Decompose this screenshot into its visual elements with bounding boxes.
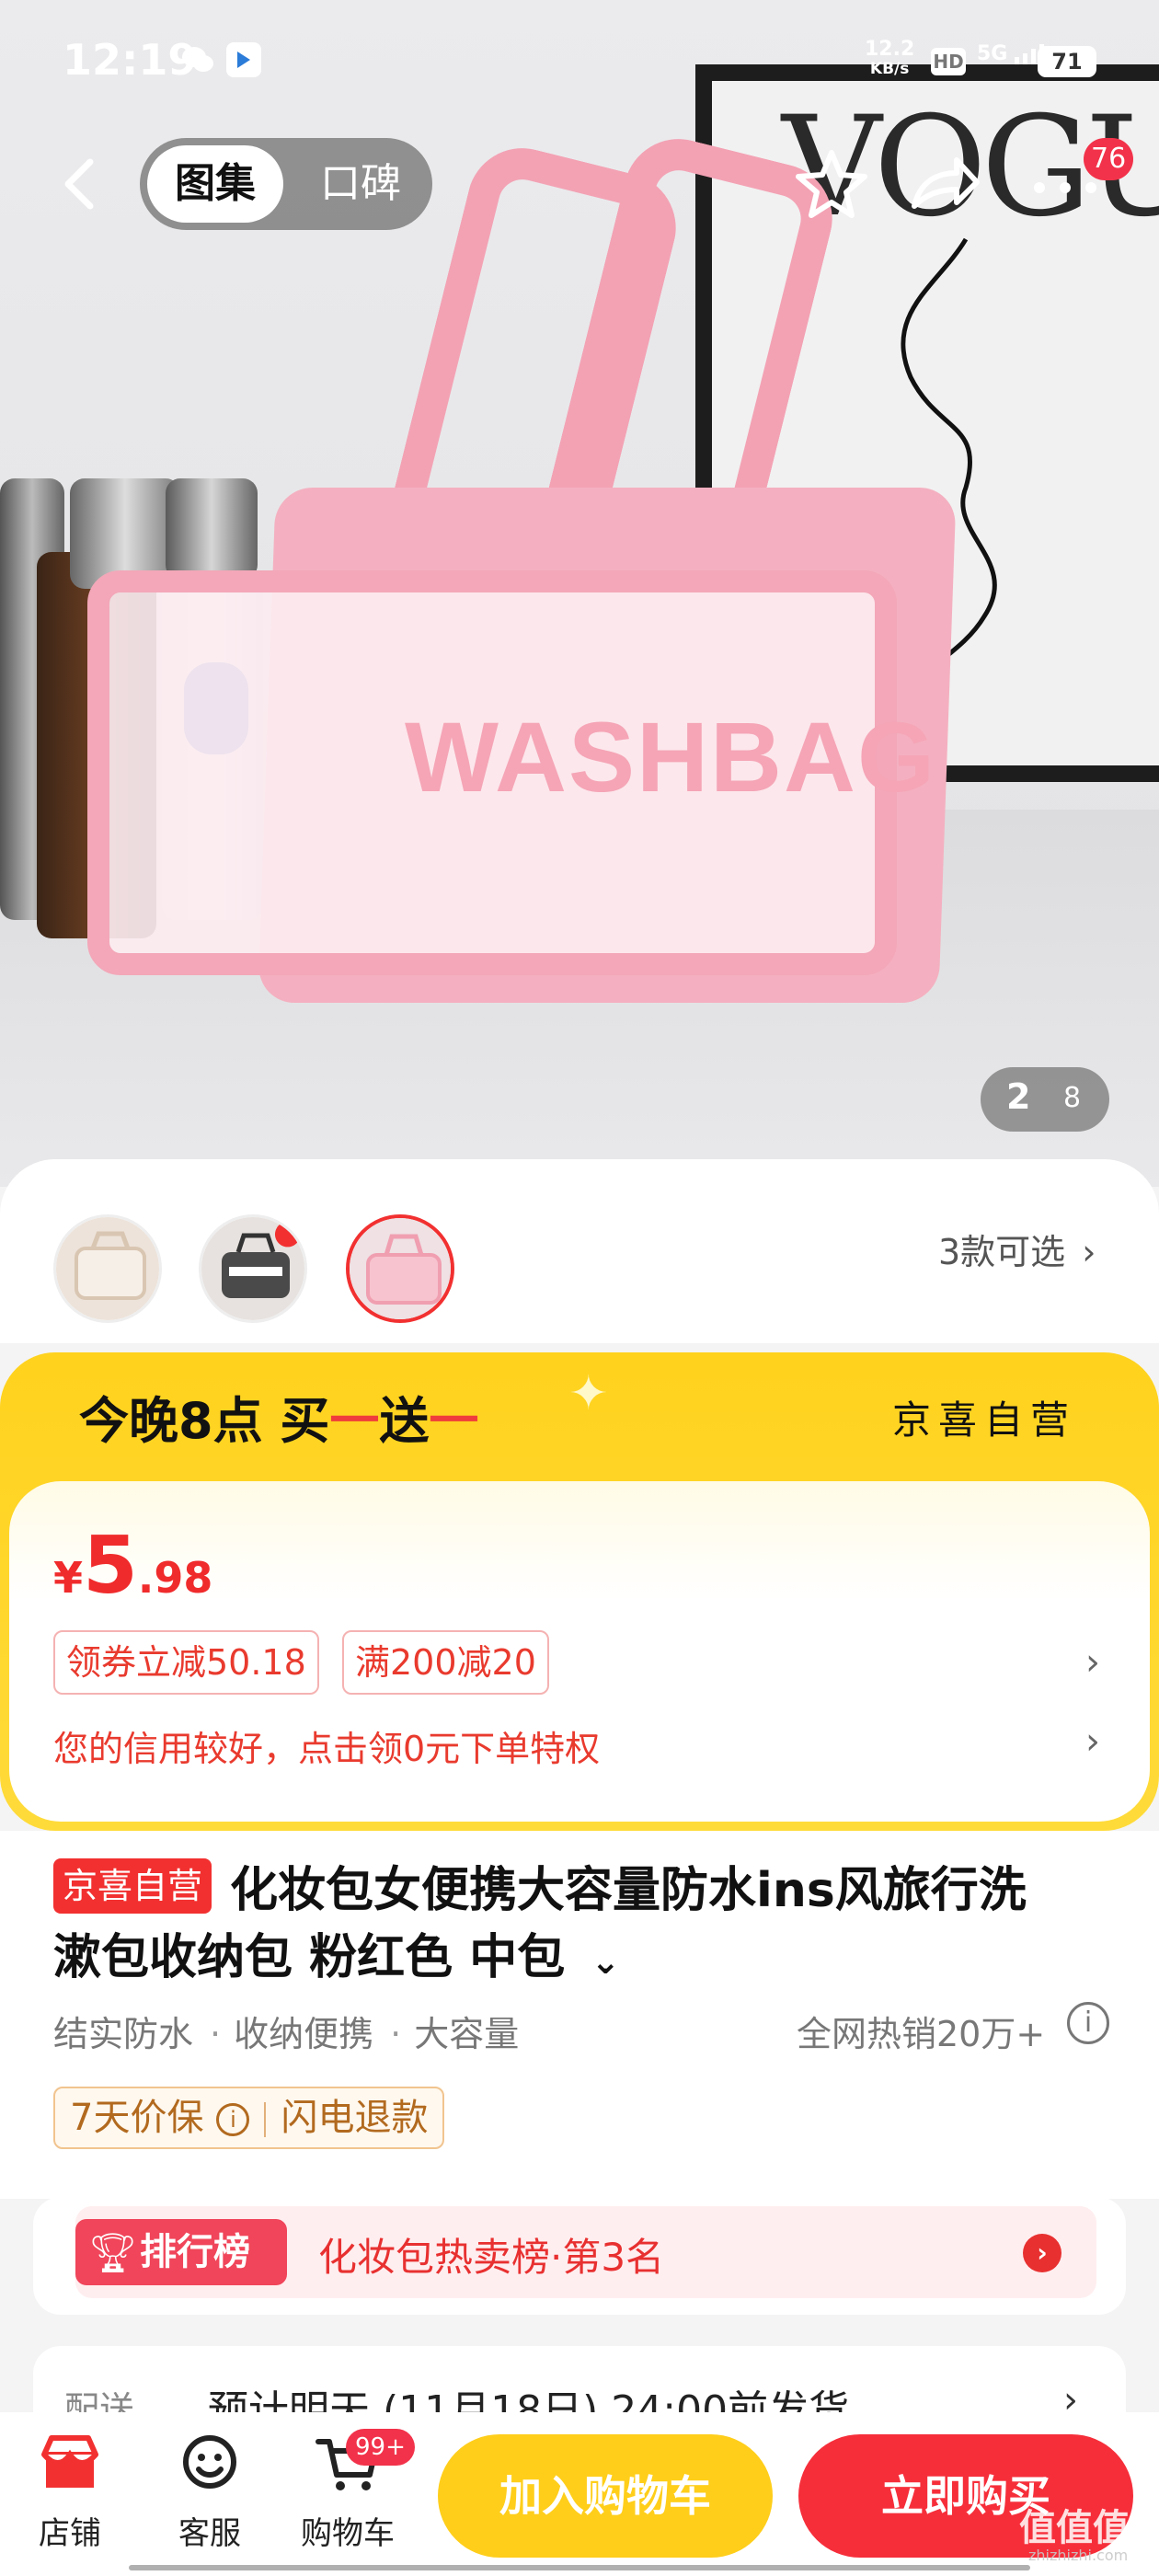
product-title-text: 漱包收纳包 粉红色 中包	[53, 1930, 566, 1985]
info-icon: i	[216, 2103, 250, 2136]
home-indicator[interactable]	[129, 2565, 1030, 2570]
sparkle-icon: ✦	[568, 1366, 609, 1421]
signal-label: 5G	[977, 42, 1008, 65]
price-decimal: .98	[137, 1553, 213, 1603]
trophy-icon: 🏆︎	[88, 2230, 138, 2275]
store-button[interactable]: 店铺	[15, 2429, 125, 2553]
cart-label: 购物车	[301, 2515, 395, 2552]
share-button[interactable]	[905, 145, 982, 223]
image-counter: 2 8	[981, 1067, 1109, 1132]
customer-service-button[interactable]: 客服	[155, 2429, 265, 2553]
chevron-right-icon: ›	[1082, 1232, 1096, 1272]
store-icon	[41, 2435, 98, 2488]
hot-sales-label: 全网热销20万+	[797, 2014, 1046, 2054]
promo-title-mid: 送	[379, 1392, 430, 1450]
info-icon[interactable]: i	[1067, 2002, 1109, 2044]
hd-indicator: HD	[931, 48, 966, 75]
store-label: 店铺	[39, 2515, 101, 2552]
promo-title-red: 一	[429, 1392, 479, 1450]
status-time: 12:19	[63, 35, 198, 85]
fast-refund-label: 闪电退款	[281, 2097, 429, 2139]
tab-reviews[interactable]: 口碑	[298, 145, 423, 223]
variant-count-link[interactable]: 3款可选 ›	[938, 1224, 1096, 1274]
service-label: 客服	[178, 2515, 241, 2552]
store-type-label: 京喜自营	[892, 1397, 1077, 1443]
feature-item: 收纳便携	[193, 2014, 373, 2054]
feature-list: 结实防水收纳便携大容量	[53, 2006, 519, 2056]
price-protect-label: 7天价保	[70, 2097, 204, 2139]
credit-privilege-link[interactable]: 您的信用较好，点击领0元下单特权	[53, 1720, 600, 1771]
image-washbag-text: WASHBAG	[405, 701, 936, 812]
coupon-tag[interactable]: 满200减20	[342, 1630, 549, 1695]
image-bottle-cap	[166, 478, 258, 580]
favorite-button[interactable]	[793, 145, 870, 223]
store-tag: 京喜自营	[53, 1858, 212, 1914]
feature-item: 大容量	[373, 2014, 519, 2054]
promo-title-red: 一	[329, 1392, 380, 1450]
star-icon	[796, 150, 867, 218]
smiley-chat-icon	[183, 2435, 236, 2489]
coupon-tag[interactable]: 领券立减50.18	[53, 1630, 319, 1695]
promo-title: 今晚8点 买一送一	[79, 1380, 478, 1453]
more-badge: 76	[1084, 138, 1134, 180]
ranking-text: 化妆包热卖榜·第3名	[318, 2235, 665, 2280]
battery-indicator: 71	[1038, 46, 1096, 77]
status-bar: 12:19 12.2 KB/s HD 5G 71	[0, 0, 1159, 120]
promo-title-prefix: 今晚8点 买	[79, 1392, 330, 1450]
service-guarantee[interactable]: 7天价保 i 闪电退款	[53, 2087, 445, 2149]
add-to-cart-button[interactable]: 加入购物车	[438, 2434, 773, 2558]
variant-thumb[interactable]	[53, 1214, 162, 1323]
feature-item: 结实防水	[53, 2014, 194, 2054]
cart-badge: 99+	[346, 2429, 415, 2466]
variant-thumb[interactable]: ●	[199, 1214, 307, 1323]
variant-thumb-selected[interactable]	[346, 1214, 454, 1323]
share-icon	[912, 157, 980, 209]
watermark: 值值值	[1019, 2507, 1130, 2549]
price: ¥5.98	[53, 1520, 212, 1612]
product-title: 化妆包女便携大容量防水ins风旅行洗	[230, 1863, 1027, 1918]
wechat-icon	[180, 42, 215, 77]
image-counter-current: 2	[1006, 1076, 1031, 1117]
price-integer: 5	[83, 1520, 138, 1612]
image-counter-total: 8	[1063, 1082, 1082, 1114]
chevron-right-icon[interactable]: ›	[1023, 2234, 1061, 2272]
divider	[264, 2102, 267, 2137]
net-speed-value: 12.2	[865, 38, 915, 61]
chevron-left-icon	[64, 158, 94, 210]
net-speed-unit: KB/s	[869, 60, 910, 78]
flame-icon: ●	[273, 1214, 303, 1251]
net-speed: 12.2 KB/s	[865, 38, 915, 79]
variant-count-label: 3款可选	[938, 1232, 1066, 1272]
signal-indicator: 5G	[977, 42, 1046, 65]
chevron-down-icon: ⌄	[591, 1941, 621, 1982]
credit-chevron-icon[interactable]: ›	[1085, 1720, 1100, 1763]
product-title-line2[interactable]: 漱包收纳包 粉红色 中包 ⌄	[53, 1918, 620, 1987]
tab-gallery[interactable]: 图集	[147, 145, 283, 223]
watermark-url: zhizhizhi.com	[1028, 2547, 1129, 2564]
coupons-chevron-icon[interactable]: ›	[1085, 1641, 1100, 1684]
app-notification-icon	[226, 42, 261, 77]
back-button[interactable]	[53, 147, 109, 221]
view-switcher: 图集 口碑	[140, 138, 432, 230]
price-currency: ¥	[53, 1553, 84, 1603]
